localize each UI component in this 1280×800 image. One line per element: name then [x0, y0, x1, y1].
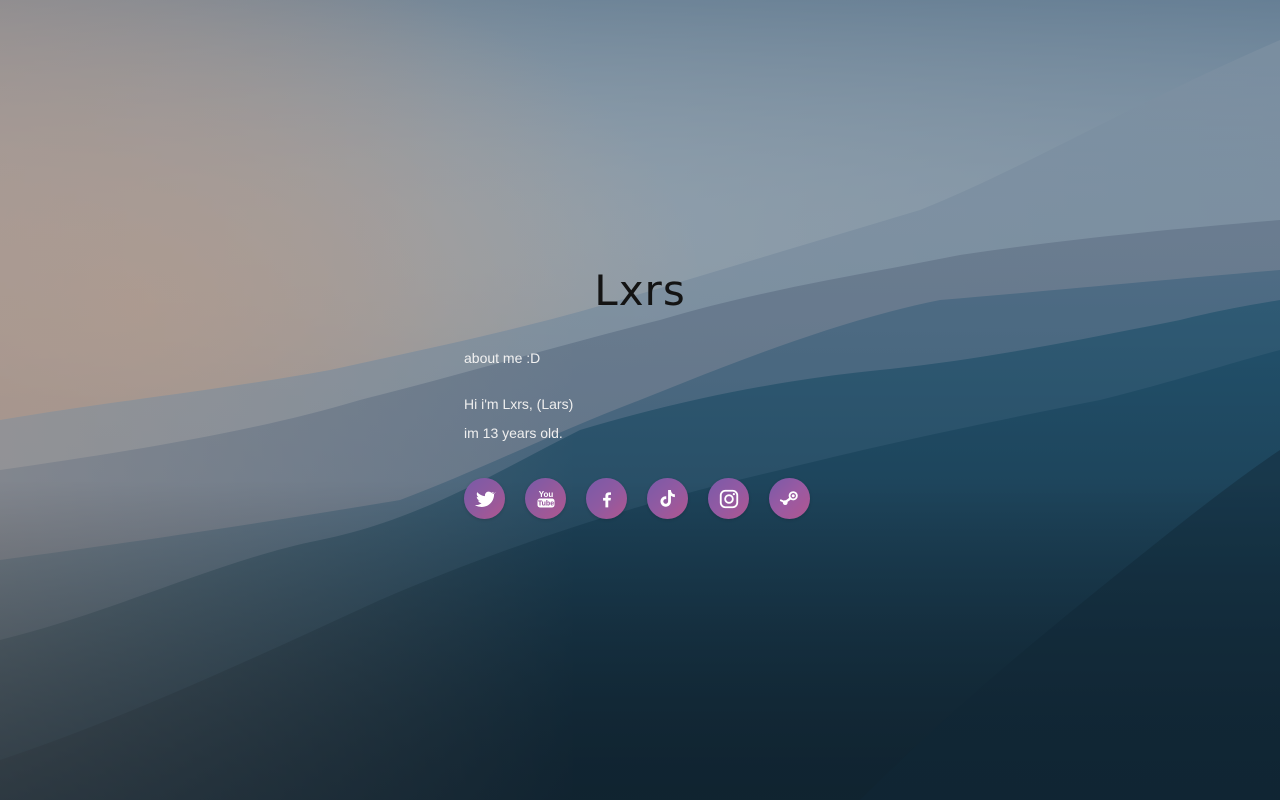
- page-content: Lxrs about me :D Hi i'm Lxrs, (Lars) im …: [0, 0, 1280, 800]
- youtube-icon: You Tube: [537, 490, 554, 507]
- svg-text:You: You: [538, 490, 553, 499]
- steam-icon: [779, 490, 798, 505]
- twitter-link[interactable]: [464, 478, 505, 519]
- tiktok-icon: [659, 489, 675, 507]
- youtube-link[interactable]: You Tube: [525, 478, 566, 519]
- instagram-icon: [719, 489, 738, 508]
- svg-text:Tube: Tube: [537, 500, 553, 507]
- about-heading: about me :D: [464, 350, 541, 366]
- facebook-icon: [602, 491, 611, 507]
- site-title: Lxrs: [594, 266, 686, 315]
- instagram-link[interactable]: [708, 478, 749, 519]
- social-links: You Tube: [464, 478, 810, 519]
- tiktok-link[interactable]: [647, 478, 688, 519]
- bio-line-age: im 13 years old.: [464, 425, 563, 441]
- bio-line-name: Hi i'm Lxrs, (Lars): [464, 396, 574, 412]
- steam-link[interactable]: [769, 478, 810, 519]
- facebook-link[interactable]: [586, 478, 627, 519]
- twitter-icon: [474, 491, 496, 507]
